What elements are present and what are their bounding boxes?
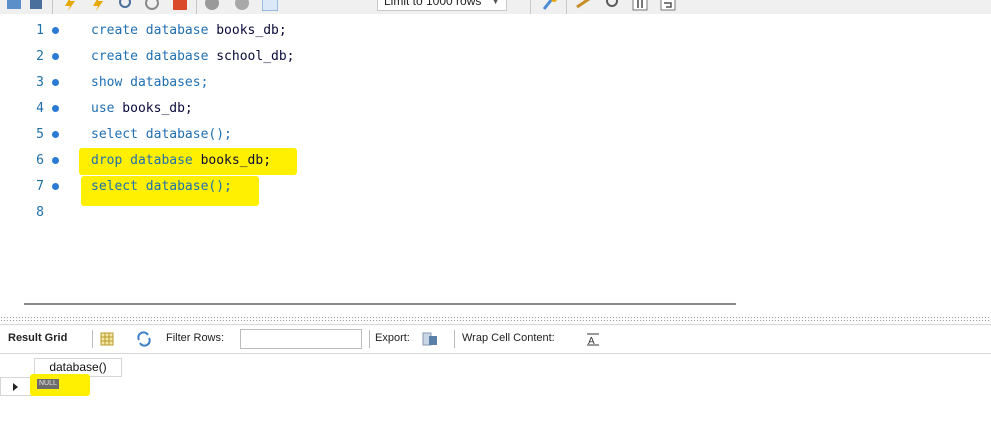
line-number: 8 bbox=[36, 205, 44, 220]
limit-rows-label: Limit to 1000 rows bbox=[384, 0, 482, 8]
code-line-6[interactable]: 6 drop database books_db; bbox=[0, 148, 991, 174]
invisible-chars-icon[interactable] bbox=[632, 0, 648, 11]
line-number: 2 bbox=[36, 49, 44, 64]
save-icon[interactable] bbox=[28, 0, 44, 11]
filter-rows-input[interactable] bbox=[240, 329, 362, 349]
code-text: select database(); bbox=[91, 179, 232, 194]
code-text: create database school_db; bbox=[91, 49, 295, 64]
limit-rows-select[interactable]: Limit to 1000 rows ▼ bbox=[377, 0, 507, 11]
execute-current-icon[interactable] bbox=[90, 0, 106, 11]
sql-editor-toolbar: Limit to 1000 rows ▼ bbox=[0, 0, 991, 14]
rollback-icon[interactable] bbox=[234, 0, 250, 11]
statement-marker-icon bbox=[52, 27, 59, 34]
code-line-8[interactable]: 8 bbox=[0, 200, 991, 226]
explain-icon[interactable] bbox=[118, 0, 134, 11]
statement-marker-icon bbox=[52, 157, 59, 164]
wrap-icon[interactable] bbox=[660, 0, 676, 11]
export-icon[interactable] bbox=[422, 331, 438, 347]
grid-view-icon[interactable] bbox=[99, 331, 115, 347]
commit-icon[interactable] bbox=[204, 0, 220, 11]
statement-marker-icon bbox=[52, 183, 59, 190]
table-cell[interactable]: NULL bbox=[34, 377, 122, 396]
code-line-5[interactable]: 5 select database(); bbox=[0, 122, 991, 148]
search-icon[interactable] bbox=[605, 0, 621, 11]
code-text: use books_db; bbox=[91, 101, 193, 116]
refresh-icon[interactable] bbox=[136, 331, 152, 347]
horizontal-scrollbar[interactable] bbox=[24, 303, 736, 305]
code-text: drop database books_db; bbox=[91, 153, 272, 168]
row-selector[interactable] bbox=[0, 377, 34, 396]
code-line-2[interactable]: 2 create database school_db; bbox=[0, 44, 991, 70]
statement-marker-icon bbox=[52, 105, 59, 112]
code-line-7[interactable]: 7 select database(); bbox=[0, 174, 991, 200]
code-line-4[interactable]: 4 use books_db; bbox=[0, 96, 991, 122]
filter-rows-label: Filter Rows: bbox=[166, 332, 225, 344]
line-number: 7 bbox=[36, 179, 44, 194]
autocommit-icon[interactable] bbox=[262, 0, 278, 11]
export-label: Export: bbox=[375, 332, 410, 344]
chevron-down-icon: ▼ bbox=[491, 0, 500, 6]
folder-icon[interactable] bbox=[6, 0, 22, 11]
statement-marker-icon bbox=[52, 79, 59, 86]
wrap-cell-icon[interactable]: A bbox=[585, 331, 601, 347]
code-text: show databases; bbox=[91, 75, 209, 90]
code-line-3[interactable]: 3 show databases; bbox=[0, 70, 991, 96]
null-value-badge: NULL bbox=[37, 379, 59, 389]
result-grid-tab[interactable]: Result Grid bbox=[8, 332, 67, 344]
panel-splitter[interactable] bbox=[0, 316, 991, 321]
code-text: select database(); bbox=[91, 127, 232, 142]
line-number: 4 bbox=[36, 101, 44, 116]
line-number: 1 bbox=[36, 23, 44, 38]
results-toolbar: Result Grid Filter Rows: Export: Wrap Ce… bbox=[0, 324, 991, 354]
beautify-icon[interactable] bbox=[542, 0, 558, 11]
stop-icon[interactable] bbox=[144, 0, 160, 11]
toggle-icon[interactable] bbox=[172, 0, 188, 11]
statement-marker-icon bbox=[52, 53, 59, 60]
line-number: 3 bbox=[36, 75, 44, 90]
sql-editor[interactable]: 1 create database books_db; 2 create dat… bbox=[0, 14, 991, 295]
execute-icon[interactable] bbox=[62, 0, 78, 11]
line-number: 5 bbox=[36, 127, 44, 142]
result-grid[interactable]: database() NULL bbox=[0, 355, 991, 431]
wrap-cell-content-label: Wrap Cell Content: bbox=[462, 332, 555, 344]
current-row-arrow-icon bbox=[13, 383, 18, 391]
line-number: 6 bbox=[36, 153, 44, 168]
code-text: create database books_db; bbox=[91, 23, 287, 38]
find-icon[interactable] bbox=[575, 0, 591, 11]
statement-marker-icon bbox=[52, 131, 59, 138]
code-line-1[interactable]: 1 create database books_db; bbox=[0, 18, 991, 44]
